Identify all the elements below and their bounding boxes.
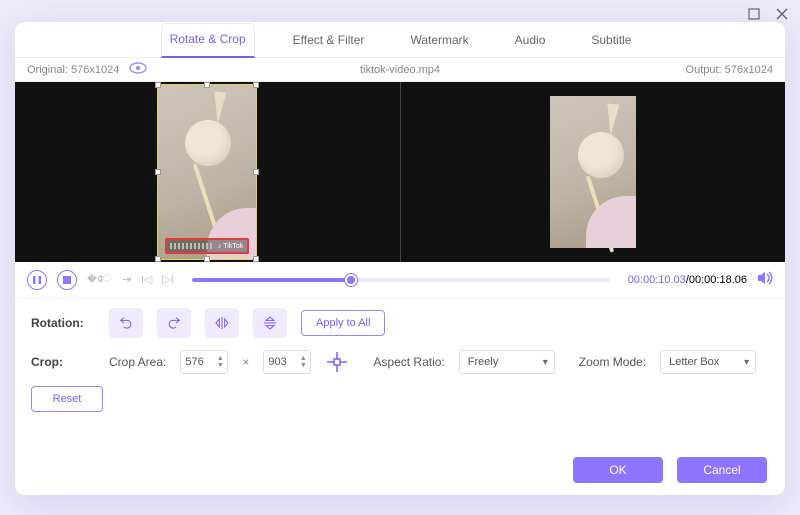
pause-button[interactable] [27,270,47,290]
next-button[interactable]: ▷I [162,273,174,286]
tab-watermark[interactable]: Watermark [402,25,476,57]
prev-frame-button[interactable]: �േ [87,273,112,286]
stop-button[interactable] [57,270,77,290]
crop-handle[interactable] [155,169,161,175]
spinner-icon[interactable]: ▲▼ [298,353,308,371]
crop-handle[interactable] [253,256,259,262]
source-pane[interactable]: ♪ TikTok [15,82,400,262]
crop-handle[interactable] [204,256,210,262]
output-size-label: Output: 576x1024 [686,64,773,76]
tab-subtitle[interactable]: Subtitle [583,25,639,57]
dialog-footer: OK Cancel [573,457,767,483]
aspect-ratio-select[interactable]: Freely [459,350,555,374]
zoom-mode-select[interactable]: Letter Box [660,350,756,374]
info-bar: Original: 576x1024 tiktok-video.mp4 Outp… [15,58,785,82]
time-current: 00:00:10.03 [628,274,686,286]
seek-track[interactable] [192,278,610,282]
aspect-ratio-label: Aspect Ratio: [373,355,444,369]
preview-eye-icon[interactable] [129,62,147,77]
flip-horizontal-button[interactable] [205,308,239,338]
output-pane [401,82,786,262]
volume-icon[interactable] [757,271,773,288]
rotation-row: Rotation: Apply to All [31,308,769,338]
editor-panel: Rotate & Crop Effect & Filter Watermark … [15,22,785,495]
seek-knob[interactable] [345,274,357,286]
crop-handle[interactable] [155,82,161,88]
multiply-icon: × [242,355,249,369]
center-crop-button[interactable] [325,350,349,374]
window-maximize-button[interactable] [746,6,762,22]
crop-height-input[interactable]: 903▲▼ [263,350,311,374]
playback-bar: �േ ⇤ I◁ ▷I 00:00:10.03/00:00:18.06 [15,262,785,298]
flip-vertical-button[interactable] [253,308,287,338]
tab-audio[interactable]: Audio [507,25,554,57]
zoom-mode-label: Zoom Mode: [579,355,646,369]
crop-handle[interactable] [155,256,161,262]
original-size-label: Original: 576x1024 [27,64,119,76]
cancel-button[interactable]: Cancel [677,457,767,483]
rotate-right-button[interactable] [157,308,191,338]
ok-button[interactable]: OK [573,457,663,483]
window-close-button[interactable] [774,6,790,22]
crop-handle[interactable] [253,82,259,88]
tab-rotate-crop[interactable]: Rotate & Crop [161,23,255,58]
preview-viewer: ♪ TikTok [15,82,785,262]
crop-handle[interactable] [253,169,259,175]
time-display: 00:00:10.03/00:00:18.06 [628,274,747,286]
crop-rectangle[interactable] [157,84,257,260]
controls-area: Rotation: Apply to All Crop: Crop Area: … [15,298,785,412]
output-video-frame [550,96,636,248]
spinner-icon[interactable]: ▲▼ [215,353,225,371]
time-total: 00:00:18.06 [689,274,747,286]
rotation-label: Rotation: [31,316,95,330]
crop-row: Crop: Crop Area: 576▲▼ × 903▲▼ Aspect Ra… [31,350,769,374]
crop-label: Crop: [31,355,95,369]
crop-handle[interactable] [204,82,210,88]
reset-row: Reset [31,386,769,412]
crop-area-label: Crop Area: [109,355,166,369]
reset-button[interactable]: Reset [31,386,103,412]
next-frame-button[interactable]: ⇤ [122,273,131,286]
seek-progress [192,278,351,282]
app-window: Rotate & Crop Effect & Filter Watermark … [0,0,800,515]
tab-effect-filter[interactable]: Effect & Filter [285,25,373,57]
source-video-frame: ♪ TikTok [157,84,257,260]
tiktok-watermark-highlight: ♪ TikTok [165,238,249,254]
prev-button[interactable]: I◁ [141,273,153,286]
apply-to-all-button[interactable]: Apply to All [301,310,385,336]
crop-width-input[interactable]: 576▲▼ [180,350,228,374]
rotate-left-button[interactable] [109,308,143,338]
tab-bar: Rotate & Crop Effect & Filter Watermark … [15,22,785,58]
